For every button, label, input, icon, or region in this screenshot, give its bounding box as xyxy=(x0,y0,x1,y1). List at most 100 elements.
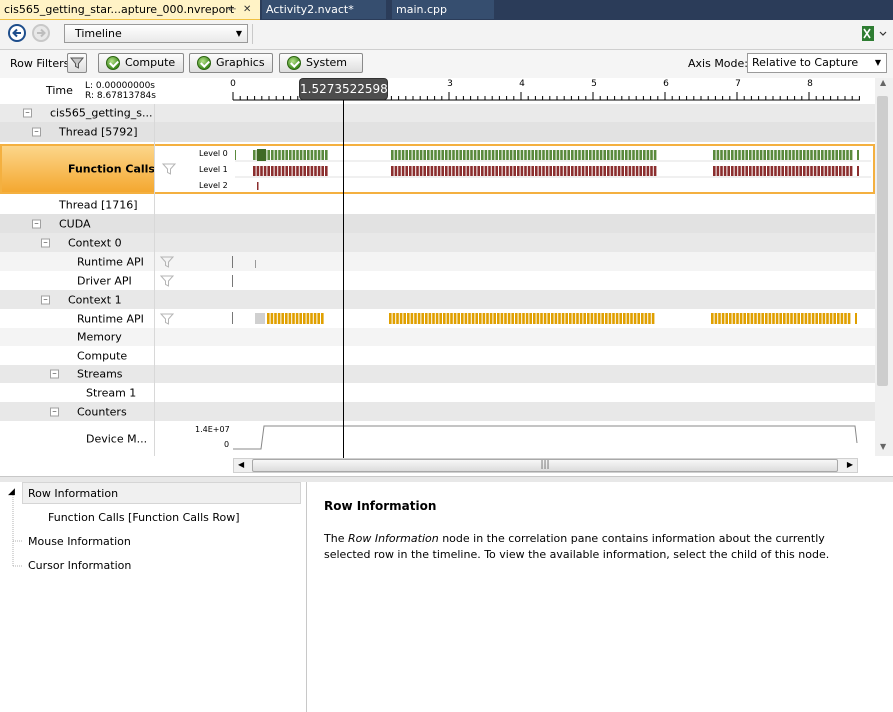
cursor-value-label: 1.5273522598 xyxy=(300,79,388,99)
detail-body-prefix: The xyxy=(324,532,348,545)
close-icon[interactable]: ✕ xyxy=(243,0,251,19)
funnel-icon[interactable] xyxy=(160,312,174,326)
thread-1716-row[interactable]: Thread [1716] xyxy=(0,195,875,214)
tree-item-mouse-information[interactable]: Mouse Information xyxy=(28,535,131,548)
scroll-left-icon[interactable]: ◀ xyxy=(238,460,244,469)
vertical-scroll-thumb[interactable] xyxy=(877,96,888,386)
runtime-api-1-row[interactable]: Runtime API xyxy=(0,309,875,328)
level1-bar xyxy=(434,166,437,176)
level0-bar xyxy=(314,150,317,160)
collapse-icon[interactable]: – xyxy=(50,407,59,416)
level1-bar xyxy=(632,166,635,176)
level1-bar xyxy=(731,166,734,176)
function-calls-track[interactable] xyxy=(235,146,871,192)
export-button[interactable] xyxy=(860,25,888,43)
level0-bar xyxy=(617,150,621,160)
level1-bar xyxy=(792,166,795,176)
tab-report[interactable]: cis565_getting_star...apture_000.nvrepor… xyxy=(0,0,260,20)
device-memory-graph[interactable] xyxy=(233,421,869,456)
collapse-icon[interactable]: – xyxy=(41,295,50,304)
collapse-icon[interactable]: – xyxy=(50,369,59,379)
counters-row[interactable]: – Counters xyxy=(0,402,875,421)
scroll-down-icon[interactable]: ▼ xyxy=(880,442,886,451)
runtime-api-bar xyxy=(648,313,651,324)
level1-bar xyxy=(839,166,842,176)
level0-bar xyxy=(738,150,741,160)
tab-activity[interactable]: Activity2.nvact* xyxy=(262,0,386,19)
level1-bar xyxy=(770,166,774,176)
level0-bar xyxy=(502,150,506,160)
device-memory-row[interactable]: Device M... 1.4E+07 0 xyxy=(0,421,875,456)
tree-item-cursor-information[interactable]: Cursor Information xyxy=(28,559,131,572)
runtime-api-bar xyxy=(295,313,299,324)
level1-bar xyxy=(781,166,784,176)
memory-row[interactable]: Memory xyxy=(0,328,875,346)
runtime-api-bar xyxy=(569,313,572,324)
context-0-row[interactable]: – Context 0 xyxy=(0,233,875,252)
funnel-icon[interactable] xyxy=(162,162,176,176)
compute-filter-button[interactable]: Compute xyxy=(98,53,184,73)
level1-bar xyxy=(470,166,473,176)
level0-bar xyxy=(292,150,296,160)
level1-bar xyxy=(574,166,578,176)
view-select[interactable]: Timeline ▼ xyxy=(64,24,248,43)
collapse-icon[interactable]: – xyxy=(41,238,50,247)
horizontal-scroll-thumb[interactable]: ||| xyxy=(252,459,838,472)
function-calls-row[interactable]: Function Calls Level 0 Level 1 Level 2 xyxy=(0,144,875,194)
level0-bar xyxy=(614,150,617,160)
level1-bar xyxy=(723,166,727,176)
thread-5792-row[interactable]: – Thread [5792] xyxy=(0,122,875,142)
scroll-right-icon[interactable]: ▶ xyxy=(847,460,853,469)
collapse-icon[interactable]: – xyxy=(32,219,41,228)
timeline-cursor[interactable] xyxy=(343,80,344,458)
collapse-icon[interactable]: – xyxy=(32,127,41,137)
streams-row[interactable]: – Streams xyxy=(0,365,875,383)
level0-bar xyxy=(581,150,585,160)
collapse-icon[interactable]: – xyxy=(23,108,32,118)
tree-item-row-information[interactable]: Row Information xyxy=(22,482,301,504)
back-button[interactable] xyxy=(8,24,26,42)
level1-bar xyxy=(617,166,621,176)
level0-bar xyxy=(596,150,599,160)
runtime-api-bar xyxy=(457,313,460,324)
expand-arrow-icon[interactable]: ◢ xyxy=(8,487,15,497)
level0-bar xyxy=(235,150,236,160)
level1-bar xyxy=(314,166,317,176)
funnel-icon[interactable] xyxy=(160,255,174,269)
forward-button[interactable] xyxy=(32,24,50,42)
compute-row[interactable]: Compute xyxy=(0,346,875,365)
scroll-up-icon[interactable]: ▲ xyxy=(880,78,886,87)
thread-1716-label: Thread [1716] xyxy=(59,198,138,211)
graphics-filter-button[interactable]: Graphics xyxy=(189,53,273,73)
runtime-api-0-row[interactable]: Runtime API xyxy=(0,252,875,271)
runtime-api-bar xyxy=(718,313,721,324)
level0-bar xyxy=(653,150,657,160)
pin-icon[interactable]: ← xyxy=(228,0,236,19)
level0-label: Level 0 xyxy=(199,149,228,158)
axis-mode-select[interactable]: Relative to Capture ▼ xyxy=(747,53,887,73)
level0-bar xyxy=(556,150,560,160)
level0-bar xyxy=(621,150,624,160)
time-left-value: L: 0.00000000s xyxy=(85,81,155,91)
runtime-api-1-track[interactable] xyxy=(233,309,869,328)
tree-item-function-calls[interactable]: Function Calls [Function Calls Row] xyxy=(48,511,240,524)
context-1-row[interactable]: – Context 1 xyxy=(0,290,875,309)
level1-bar xyxy=(427,166,430,176)
level1-bar xyxy=(412,166,416,176)
stream-1-row[interactable]: Stream 1 xyxy=(0,383,875,402)
report-row[interactable]: – cis565_getting_s... xyxy=(0,104,875,122)
level1-bar xyxy=(835,166,838,176)
funnel-icon[interactable] xyxy=(160,274,174,288)
driver-api-row[interactable]: Driver API xyxy=(0,271,875,290)
runtime-api-bar xyxy=(421,313,424,324)
runtime-api-bar xyxy=(594,313,597,324)
cuda-row[interactable]: – CUDA xyxy=(0,214,875,233)
runtime-api-bar xyxy=(651,313,655,324)
row-filter-button[interactable] xyxy=(67,53,87,73)
level1-bar xyxy=(803,166,806,176)
level1-bar xyxy=(513,166,516,176)
runtime-api-bar xyxy=(392,313,396,324)
system-filter-button[interactable]: System xyxy=(279,53,363,73)
tab-main-cpp[interactable]: main.cpp xyxy=(392,0,494,19)
level1-bar xyxy=(646,166,650,176)
